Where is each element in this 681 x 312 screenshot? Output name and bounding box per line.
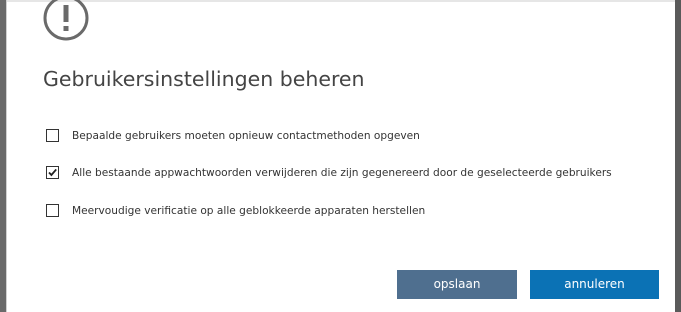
checkmark-icon <box>48 168 57 177</box>
exclamation-circle-icon <box>42 0 90 42</box>
checkbox-require-contact-methods[interactable] <box>46 129 59 142</box>
cancel-button[interactable]: annuleren <box>530 270 659 299</box>
window-edge <box>675 0 681 312</box>
dialog-top-border <box>7 0 675 2</box>
save-button[interactable]: opslaan <box>397 270 517 299</box>
checkbox-restore-mfa-devices[interactable] <box>46 204 59 217</box>
option-delete-app-passwords[interactable]: Alle bestaande appwachtwoorden verwijder… <box>46 166 612 179</box>
manage-user-settings-dialog: Gebruikersinstellingen beheren Bepaalde … <box>7 0 675 312</box>
option-require-contact-methods[interactable]: Bepaalde gebruikers moeten opnieuw conta… <box>46 129 420 142</box>
checkbox-delete-app-passwords[interactable] <box>46 166 59 179</box>
option-restore-mfa-devices[interactable]: Meervoudige verificatie op alle geblokke… <box>46 204 425 217</box>
option-label: Alle bestaande appwachtwoorden verwijder… <box>72 166 612 179</box>
dialog-title: Gebruikersinstellingen beheren <box>43 67 365 91</box>
option-label: Bepaalde gebruikers moeten opnieuw conta… <box>72 129 420 142</box>
option-label: Meervoudige verificatie op alle geblokke… <box>72 204 426 217</box>
